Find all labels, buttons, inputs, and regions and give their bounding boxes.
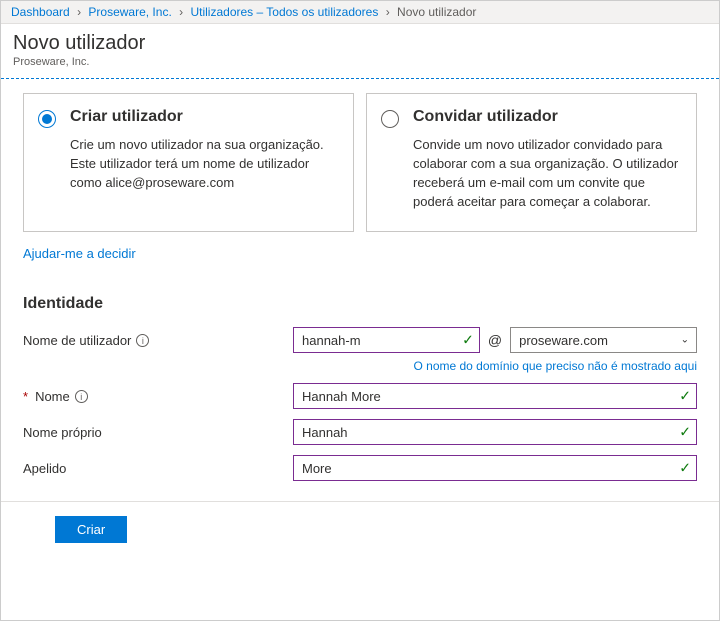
create-user-card[interactable]: Criar utilizador Crie um novo utilizador… <box>23 93 354 232</box>
username-row: Nome de utilizador i ✓ @ proseware.com ⌄… <box>23 327 697 373</box>
invite-user-card[interactable]: Convidar utilizador Convide um novo util… <box>366 93 697 232</box>
name-label: * Nome i <box>23 383 293 404</box>
radio-icon[interactable] <box>38 110 56 128</box>
breadcrumb-link[interactable]: Utilizadores – Todos os utilizadores <box>190 5 378 19</box>
card-title: Convidar utilizador <box>413 108 680 126</box>
page-title: Novo utilizador <box>13 32 707 55</box>
chevron-right-icon: › <box>386 5 390 19</box>
info-icon[interactable]: i <box>75 390 88 403</box>
chevron-right-icon: › <box>77 5 81 19</box>
firstname-input[interactable] <box>293 419 697 445</box>
card-description: Crie um novo utilizador na sua organizaç… <box>70 136 337 193</box>
help-me-decide-link[interactable]: Ajudar-me a decidir <box>23 246 136 261</box>
card-description: Convide um novo utilizador convidado par… <box>413 136 680 211</box>
domain-not-shown-link[interactable]: O nome do domínio que preciso não é most… <box>293 359 697 373</box>
required-indicator: * <box>23 389 28 404</box>
breadcrumb-link[interactable]: Dashboard <box>11 5 70 19</box>
firstname-row: Nome próprio ✓ <box>23 419 697 445</box>
page-subtitle: Proseware, Inc. <box>13 56 707 68</box>
username-label: Nome de utilizador i <box>23 327 293 348</box>
firstname-label: Nome próprio <box>23 419 293 440</box>
at-symbol: @ <box>488 332 502 348</box>
footer: Criar <box>23 502 697 557</box>
create-button[interactable]: Criar <box>55 516 127 543</box>
chevron-right-icon: › <box>179 5 183 19</box>
content-area: Criar utilizador Crie um novo utilizador… <box>1 79 719 620</box>
lastname-input[interactable] <box>293 455 697 481</box>
option-cards: Criar utilizador Crie um novo utilizador… <box>23 93 697 232</box>
username-input[interactable] <box>293 327 480 353</box>
identity-section-title: Identidade <box>23 295 697 313</box>
info-icon[interactable]: i <box>136 334 149 347</box>
lastname-row: Apelido ✓ <box>23 455 697 481</box>
breadcrumb-link[interactable]: Proseware, Inc. <box>88 5 171 19</box>
card-title: Criar utilizador <box>70 108 337 126</box>
name-input[interactable] <box>293 383 697 409</box>
breadcrumb-current: Novo utilizador <box>397 5 476 19</box>
name-row: * Nome i ✓ <box>23 383 697 409</box>
lastname-label: Apelido <box>23 455 293 476</box>
page-header: Novo utilizador Proseware, Inc. <box>1 24 719 72</box>
domain-select[interactable]: proseware.com <box>510 327 697 353</box>
breadcrumb: Dashboard › Proseware, Inc. › Utilizador… <box>1 1 719 24</box>
radio-icon[interactable] <box>381 110 399 128</box>
